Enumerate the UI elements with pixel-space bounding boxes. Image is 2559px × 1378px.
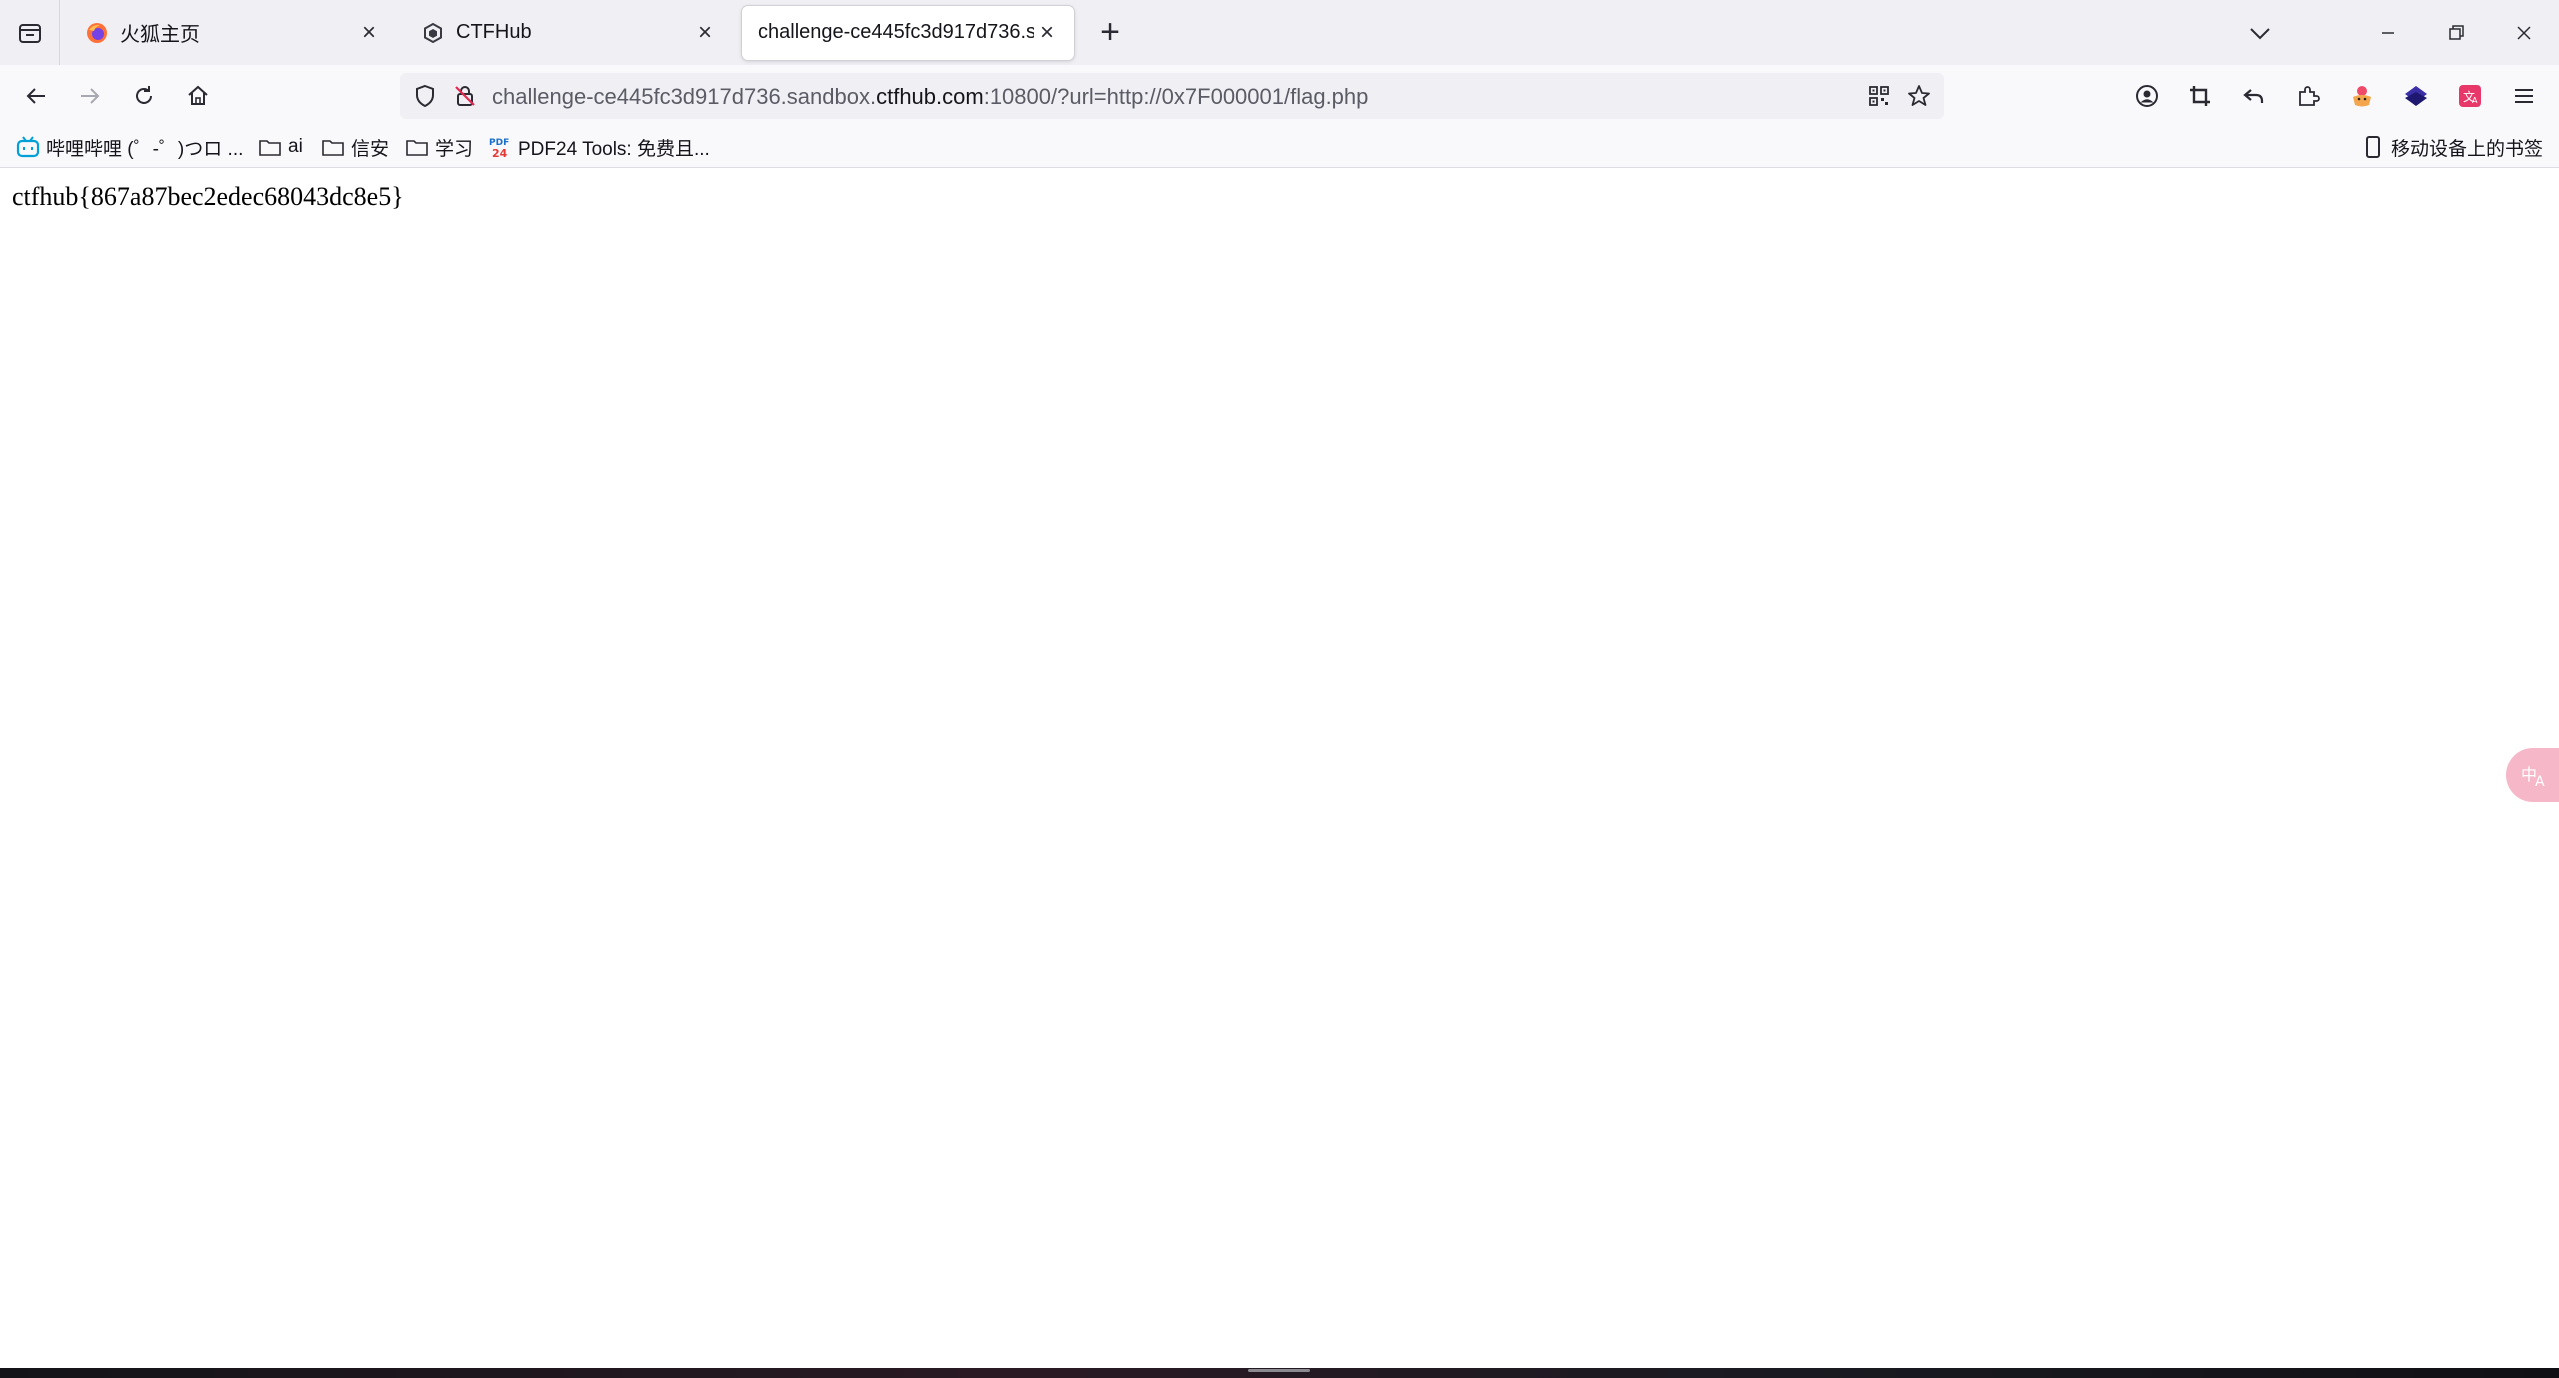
- shield-icon[interactable]: [410, 81, 440, 111]
- tab-manager-icon: [18, 23, 41, 43]
- extension-mascot-icon: [2353, 86, 2371, 107]
- svg-text:A: A: [2472, 96, 2478, 105]
- url-text[interactable]: challenge-ce445fc3d917d736.sandbox.ctfhu…: [492, 84, 1368, 110]
- bilibili-icon: [16, 135, 40, 159]
- tab-firefox-home[interactable]: 火狐主页 ×: [70, 6, 396, 60]
- tab-label: CTFHub: [456, 21, 532, 43]
- flag-text: ctfhub{867a87bec2edec68043dc8e5}: [12, 182, 404, 211]
- mobile-bookmarks-folder[interactable]: 移动设备上的书签: [2361, 132, 2543, 162]
- svg-text:A: A: [2535, 774, 2545, 790]
- tab-strip: 火狐主页 × CTFHub × challenge-ce445fc3d917d7…: [0, 0, 2559, 65]
- extension-button-a[interactable]: [2343, 77, 2381, 115]
- browser-window: 火狐主页 × CTFHub × challenge-ce445fc3d917d7…: [0, 0, 2559, 1378]
- bookmark-label: 学习: [435, 138, 474, 160]
- qr-code-icon[interactable]: [1864, 81, 1894, 111]
- account-icon: [2136, 85, 2158, 107]
- back-arrow-icon: [26, 88, 45, 104]
- close-window-button[interactable]: [2490, 0, 2558, 65]
- floating-translate-button[interactable]: 中 A: [2506, 748, 2559, 802]
- tab-ctfhub[interactable]: CTFHub ×: [406, 6, 732, 60]
- restore-button[interactable]: [2422, 0, 2490, 65]
- mobile-device-icon: [2361, 135, 2385, 159]
- bookmark-folder-xuexi[interactable]: 学习: [405, 132, 473, 162]
- bookmark-label: ai: [288, 136, 303, 157]
- tab-manager-button[interactable]: [0, 0, 60, 65]
- folder-icon: [405, 135, 429, 159]
- close-tab-icon[interactable]: ×: [1034, 19, 1060, 46]
- bookmark-bilibili[interactable]: 哔哩哔哩 (゜-゜)つロ ...: [16, 132, 243, 162]
- address-bar[interactable]: challenge-ce445fc3d917d736.sandbox.ctfhu…: [400, 73, 1944, 119]
- minimize-icon: [2382, 31, 2394, 34]
- crop-icon: [2190, 86, 2210, 106]
- forward-arrow-icon: [81, 88, 100, 104]
- ctfhub-icon: [422, 22, 444, 44]
- close-tab-icon[interactable]: ×: [692, 19, 718, 46]
- tab-challenge-active[interactable]: challenge-ce445fc3d917d736.sandbox.ctfhu…: [742, 5, 1074, 60]
- reload-button[interactable]: [123, 75, 165, 117]
- bookmark-pdf24[interactable]: PDF 24 PDF24 Tools: 免费且...: [488, 132, 710, 162]
- screenshot-button[interactable]: [2181, 77, 2219, 115]
- tab-label: 火狐主页: [120, 24, 200, 46]
- insecure-lock-icon[interactable]: [450, 81, 480, 111]
- chevron-down-icon: [2250, 28, 2270, 40]
- undo-button[interactable]: [2235, 77, 2273, 115]
- extension-button-translate[interactable]: 文 A: [2451, 77, 2489, 115]
- list-all-tabs-button[interactable]: [2240, 14, 2280, 54]
- plus-icon: +: [1100, 13, 1120, 51]
- folder-icon: [321, 135, 345, 159]
- bookmark-label: 哔哩哔哩 (゜-゜)つロ ...: [46, 138, 244, 160]
- extensions-button[interactable]: [2289, 77, 2327, 115]
- bookmark-label: 移动设备上的书签: [2390, 138, 2543, 160]
- translate-icon: 中 A: [2521, 765, 2545, 790]
- bookmarks-toolbar: 哔哩哔哩 (゜-゜)つロ ... ai 信安 学习 PDF 24 PDF24 T…: [0, 127, 2559, 168]
- navigation-toolbar: challenge-ce445fc3d917d736.sandbox.ctfhu…: [0, 65, 2559, 127]
- bookmark-folder-xinan[interactable]: 信安: [321, 132, 389, 162]
- layers-icon: [2405, 86, 2427, 106]
- reload-icon: [136, 86, 152, 104]
- restore-icon: [2449, 24, 2464, 40]
- svg-text:24: 24: [492, 147, 508, 159]
- home-button[interactable]: [177, 75, 219, 117]
- extension-button-b[interactable]: [2397, 77, 2435, 115]
- forward-button[interactable]: [69, 75, 111, 117]
- pdf24-icon: PDF 24: [488, 135, 512, 159]
- hamburger-menu-icon: [2515, 89, 2533, 103]
- bookmark-label: PDF24 Tools: 免费且...: [518, 138, 710, 160]
- translate-icon: 文 A: [2459, 85, 2481, 107]
- taskbar-indicator: [1248, 1369, 1310, 1372]
- minimize-button[interactable]: [2354, 0, 2422, 65]
- tab-label: challenge-ce445fc3d917d736.sandbox.ctfhu…: [758, 21, 1034, 43]
- undo-arrow-icon: [2243, 89, 2264, 103]
- close-icon: [2517, 25, 2531, 40]
- account-button[interactable]: [2128, 77, 2166, 115]
- bookmark-label: 信安: [351, 138, 390, 160]
- url-prefix: challenge-ce445fc3d917d736.sandbox.: [492, 84, 877, 109]
- app-menu-button[interactable]: [2505, 77, 2543, 115]
- bookmark-star-icon[interactable]: [1904, 81, 1934, 111]
- os-taskbar-edge: [0, 1368, 2559, 1378]
- folder-icon: [258, 135, 282, 159]
- firefox-icon: [86, 22, 108, 44]
- page-content: ctfhub{867a87bec2edec68043dc8e5} 中 A: [0, 168, 2559, 1368]
- url-suffix: :10800/?url=http://0x7F000001/flag.php: [983, 84, 1369, 109]
- close-tab-icon[interactable]: ×: [356, 19, 382, 46]
- back-button[interactable]: [15, 75, 57, 117]
- puzzle-icon: [2299, 86, 2320, 106]
- home-icon: [188, 85, 208, 105]
- url-host: ctfhub.com: [876, 84, 984, 109]
- bookmark-folder-ai[interactable]: ai: [258, 132, 303, 162]
- new-tab-button[interactable]: +: [1088, 11, 1132, 55]
